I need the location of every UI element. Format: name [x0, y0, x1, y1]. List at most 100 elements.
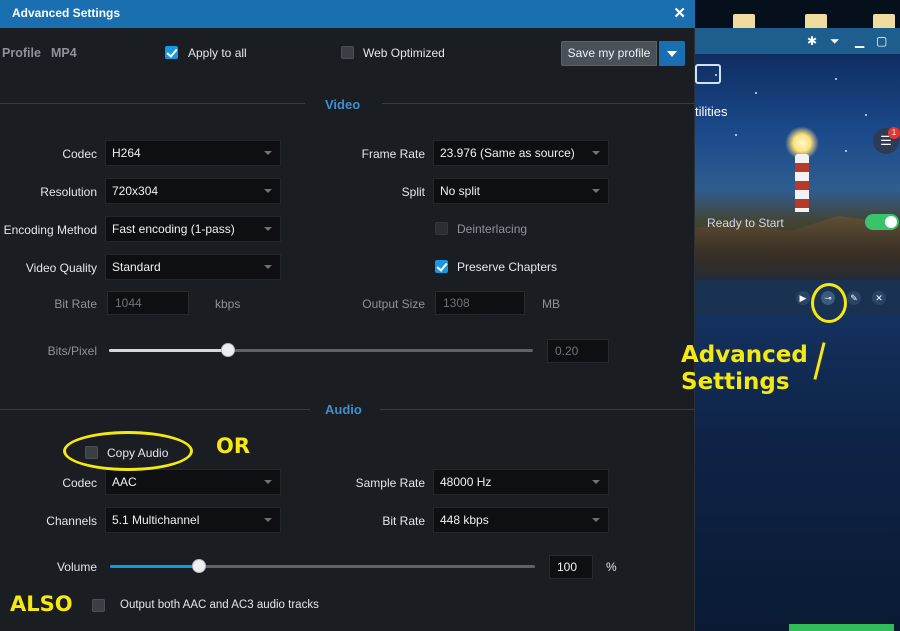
slider-fill — [109, 349, 228, 352]
chevron-down-icon — [264, 518, 272, 522]
sample-rate-value: 48000 Hz — [440, 475, 492, 489]
chevron-down-icon — [264, 227, 272, 231]
remove-icon[interactable]: ✕ — [872, 291, 886, 305]
section-divider — [0, 409, 310, 410]
audio-codec-label: Codec — [62, 476, 97, 490]
folder-icon — [873, 14, 895, 28]
slider-handle[interactable] — [220, 343, 235, 357]
output-size-unit: MB — [542, 297, 560, 311]
channels-label: Channels — [46, 514, 97, 528]
apply-to-all-checkbox[interactable] — [165, 46, 178, 59]
save-profile-dropdown[interactable] — [659, 41, 685, 66]
task-action-bar: ▶ ⊸ ✎ ✕ — [695, 280, 900, 316]
resolution-select[interactable]: 720x304 — [105, 178, 281, 204]
folder-icon — [733, 14, 755, 28]
audio-bitrate-select[interactable]: 448 kbps — [433, 507, 609, 533]
advanced-settings-dialog: Advanced Settings ✕ Profile MP4 Apply to… — [0, 0, 695, 631]
edit-icon[interactable]: ✎ — [847, 291, 861, 305]
notification-badge: 1 — [888, 127, 900, 139]
encoding-method-label: Encoding Method — [3, 223, 97, 237]
sample-rate-select[interactable]: 48000 Hz — [433, 469, 609, 495]
briefcase-icon[interactable] — [695, 64, 721, 84]
annotation-ellipse-copy-audio — [63, 431, 193, 471]
video-bitrate-unit: kbps — [215, 297, 241, 311]
chevron-down-icon — [264, 480, 272, 484]
video-quality-label: Video Quality — [25, 261, 97, 275]
annotation-advanced-settings-line1: Advanced — [681, 342, 808, 368]
preserve-chapters-label[interactable]: Preserve Chapters — [457, 260, 557, 274]
convert-button[interactable] — [789, 624, 894, 631]
deinterlacing-label: Deinterlacing — [457, 222, 528, 236]
bits-per-pixel-input[interactable]: 0.20 — [547, 339, 609, 363]
annotation-also: ALSO — [10, 592, 73, 616]
background-app-window: ✱ ⏷ ▁ ▢ tilities ☰ 1 Ready to Start ▶ ⊸ … — [695, 0, 900, 631]
volume-unit: % — [606, 560, 617, 574]
annotation-or: OR — [216, 434, 251, 458]
audio-codec-select[interactable]: AAC — [105, 469, 281, 495]
chevron-down-icon — [264, 151, 272, 155]
dialog-title: Advanced Settings — [12, 6, 121, 20]
split-value: No split — [440, 184, 481, 198]
video-section-title: Video — [325, 97, 361, 112]
resolution-value: 720x304 — [112, 184, 159, 198]
audio-bitrate-value: 448 kbps — [440, 513, 489, 527]
output-size-input[interactable]: 1308 — [435, 291, 525, 315]
toggle-knob — [885, 216, 897, 228]
close-icon[interactable]: ✕ — [673, 4, 686, 22]
audio-codec-value: AAC — [112, 475, 137, 489]
volume-slider[interactable] — [110, 559, 535, 573]
encoding-method-value: Fast encoding (1-pass) — [112, 222, 235, 236]
chevron-down-icon — [592, 480, 600, 484]
sample-rate-label: Sample Rate — [355, 476, 425, 490]
gift-icon[interactable]: ✱ — [807, 34, 817, 48]
maximize-icon[interactable]: ▢ — [876, 34, 887, 48]
web-optimized-label[interactable]: Web Optimized — [363, 46, 445, 60]
desktop-strip — [695, 0, 900, 28]
output-size-label: Output Size — [362, 297, 425, 311]
annotation-advanced-settings-line2: Settings — [681, 369, 790, 395]
save-profile-button[interactable]: Save my profile — [561, 41, 657, 66]
chevron-down-icon — [592, 518, 600, 522]
chevron-down-icon — [592, 151, 600, 155]
split-label: Split — [401, 185, 425, 199]
bits-per-pixel-slider[interactable] — [109, 343, 533, 357]
chevron-down-icon — [592, 189, 600, 193]
channels-value: 5.1 Multichannel — [112, 513, 200, 527]
audio-bitrate-label: Bit Rate — [382, 514, 425, 528]
slider-handle[interactable] — [192, 559, 207, 573]
frame-rate-value: 23.976 (Same as source) — [440, 146, 575, 160]
frame-rate-select[interactable]: 23.976 (Same as source) — [433, 140, 609, 166]
profile-label: Profile — [2, 46, 41, 60]
preserve-chapters-checkbox[interactable] — [435, 260, 448, 273]
encoding-method-select[interactable]: Fast encoding (1-pass) — [105, 216, 281, 242]
volume-input[interactable]: 100 — [549, 555, 593, 579]
audio-section-title: Audio — [325, 402, 362, 417]
annotation-ellipse-advanced-icon — [811, 283, 847, 323]
web-optimized-checkbox[interactable] — [341, 46, 354, 59]
background-app-titlebar: ✱ ⏷ ▁ ▢ — [695, 28, 900, 54]
folder-icon — [805, 14, 827, 28]
slider-fill — [110, 565, 200, 568]
dual-tracks-checkbox[interactable] — [92, 599, 105, 612]
video-codec-select[interactable]: H264 — [105, 140, 281, 166]
lighthouse-image — [795, 154, 809, 212]
deinterlacing-checkbox[interactable] — [435, 222, 448, 235]
section-divider — [0, 103, 305, 104]
split-select[interactable]: No split — [433, 178, 609, 204]
minimize-icon[interactable]: ▁ — [855, 34, 864, 48]
play-icon[interactable]: ▶ — [796, 291, 810, 305]
volume-label: Volume — [56, 560, 97, 574]
dual-tracks-label[interactable]: Output both AAC and AC3 audio tracks — [120, 599, 319, 611]
dialog-titlebar: Advanced Settings ✕ — [0, 0, 695, 28]
channels-select[interactable]: 5.1 Multichannel — [105, 507, 281, 533]
download-icon[interactable]: ⏷ — [830, 34, 840, 49]
video-bitrate-input[interactable]: 1044 — [107, 291, 189, 315]
video-quality-select[interactable]: Standard — [105, 254, 281, 280]
chevron-down-icon — [264, 265, 272, 269]
start-toggle[interactable] — [865, 214, 899, 230]
video-quality-value: Standard — [112, 260, 161, 274]
resolution-label: Resolution — [40, 185, 97, 199]
video-bitrate-label: Bit Rate — [54, 297, 97, 311]
utilities-menu-label[interactable]: tilities — [695, 104, 728, 119]
apply-to-all-label[interactable]: Apply to all — [188, 46, 247, 60]
